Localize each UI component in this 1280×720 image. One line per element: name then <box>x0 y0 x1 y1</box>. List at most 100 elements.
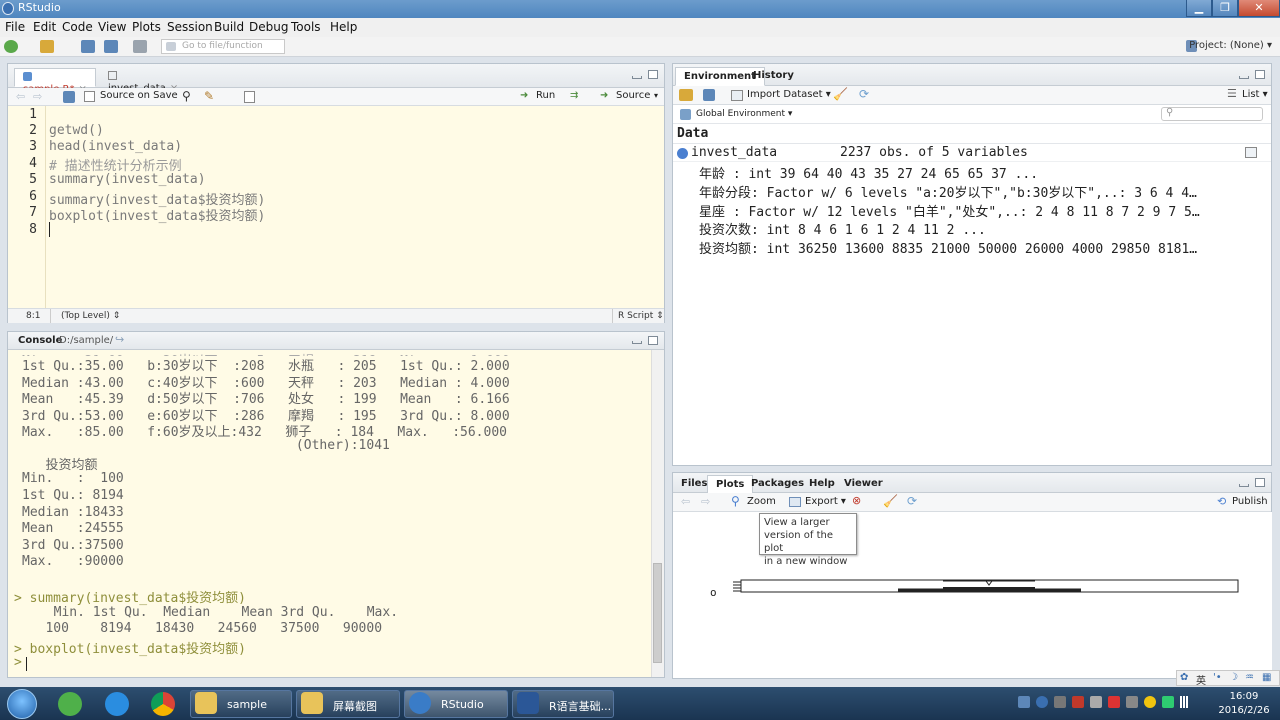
console-title[interactable]: Console <box>18 335 62 346</box>
refresh-icon[interactable]: ⟳ <box>907 494 917 508</box>
ime-shirt-icon[interactable]: ♒ <box>1245 672 1254 683</box>
print-icon[interactable] <box>133 40 147 53</box>
menu-edit[interactable]: Edit <box>33 20 56 34</box>
tray-icon[interactable] <box>1126 696 1138 708</box>
tab-sample-r[interactable]: sample.R*× <box>14 68 96 95</box>
env-object-row[interactable]: invest_data 2237 obs. of 5 variables <box>673 143 1271 162</box>
minimize-pane-icon[interactable] <box>1239 484 1249 487</box>
wand-icon[interactable]: ✎ <box>204 89 214 103</box>
run-button[interactable]: Run <box>536 90 555 101</box>
menu-file[interactable]: File <box>5 20 25 34</box>
save-workspace-icon[interactable] <box>703 89 715 101</box>
previous-plot-icon[interactable]: ⇦ <box>681 495 690 508</box>
ime-language-toggle[interactable]: 英 <box>1196 672 1206 687</box>
minimize-pane-icon[interactable] <box>632 76 642 79</box>
source-on-save-checkbox[interactable] <box>84 91 95 102</box>
open-folder-icon[interactable] <box>40 40 54 53</box>
tray-icon[interactable] <box>1054 696 1066 708</box>
zoom-button[interactable]: Zoom <box>747 496 776 507</box>
forward-arrow-icon[interactable]: ⇨ <box>33 90 42 103</box>
view-data-icon[interactable] <box>1245 147 1257 158</box>
project-menu[interactable]: Project: (None) ▾ <box>1189 40 1272 51</box>
taskbar-app-icon[interactable] <box>105 692 129 716</box>
go-to-file-input[interactable]: Go to file/function <box>161 39 285 54</box>
scope-selector[interactable]: (Top Level) ⇕ <box>61 311 120 321</box>
environment-scope-selector[interactable]: Global Environment ▾ <box>696 109 792 119</box>
tray-icon[interactable] <box>1144 696 1156 708</box>
console-scroll-thumb[interactable] <box>653 563 662 663</box>
maximize-pane-icon[interactable] <box>648 70 658 79</box>
env-variable-row: 年龄分段: Factor w/ 6 levels "a:20岁以下","b:30… <box>699 186 1197 201</box>
list-view-selector[interactable]: List ▾ <box>1242 89 1268 100</box>
ime-punctuation-icon[interactable]: '• <box>1213 672 1222 683</box>
menu-debug[interactable]: Debug <box>249 20 288 34</box>
tray-icon[interactable] <box>1072 696 1084 708</box>
tray-icon[interactable] <box>1018 696 1030 708</box>
source-button[interactable]: Source <box>616 90 650 101</box>
file-type-selector[interactable]: R Script ⇕ <box>618 311 664 321</box>
menu-code[interactable]: Code <box>62 20 93 34</box>
tab-invest-data[interactable]: invest_data× <box>100 68 182 94</box>
console-path: D:/sample/ <box>59 335 114 346</box>
maximize-pane-icon[interactable] <box>1255 478 1265 487</box>
broom-icon[interactable]: 🧹 <box>833 87 848 101</box>
divider <box>50 309 51 323</box>
maximize-button[interactable]: ❐ <box>1212 0 1238 17</box>
text-cursor <box>49 222 50 237</box>
taskbar-app-icon[interactable] <box>58 692 82 716</box>
import-dataset-button[interactable]: Import Dataset ▾ <box>747 89 831 100</box>
minimize-button[interactable]: ▁ <box>1186 0 1212 17</box>
expand-object-icon[interactable] <box>677 148 688 159</box>
back-arrow-icon[interactable]: ⇦ <box>16 90 25 103</box>
volume-icon[interactable] <box>1108 696 1120 708</box>
remove-plot-icon[interactable]: ⊗ <box>852 494 861 507</box>
menu-tools[interactable]: Tools <box>291 20 321 34</box>
tab-history[interactable]: History <box>745 67 802 86</box>
source-dropdown-icon[interactable]: ▾ <box>654 91 658 100</box>
tray-icon[interactable] <box>1090 696 1102 708</box>
ime-grid-icon[interactable]: ▦ <box>1262 672 1271 683</box>
start-button[interactable] <box>7 689 37 719</box>
minimize-pane-icon[interactable] <box>1239 76 1249 79</box>
broom-icon[interactable]: 🧹 <box>883 494 898 508</box>
menu-view[interactable]: View <box>98 20 126 34</box>
load-workspace-icon[interactable] <box>679 89 693 101</box>
tooltip-line: View a larger <box>764 517 830 528</box>
refresh-icon[interactable]: ⟳ <box>859 87 869 101</box>
console-prompt[interactable]: > <box>14 655 22 670</box>
export-button[interactable]: Export ▾ <box>805 496 846 507</box>
clock[interactable]: 16:09 2016/2/26 <box>1214 690 1274 718</box>
environment-search-input[interactable]: ⚲ <box>1161 107 1263 121</box>
compile-report-icon[interactable] <box>244 91 255 103</box>
line-number: 3 <box>29 139 37 154</box>
search-icon[interactable]: ⚲ <box>182 89 191 103</box>
save-icon[interactable] <box>81 40 95 53</box>
rerun-icon[interactable]: ⇉ <box>570 90 578 101</box>
ime-paw-icon[interactable]: ✿ <box>1180 672 1188 683</box>
close-button[interactable]: ✕ <box>1238 0 1280 17</box>
go-to-directory-icon[interactable]: ↪ <box>115 333 124 346</box>
help-icon[interactable] <box>1036 696 1048 708</box>
menu-plots[interactable]: Plots <box>132 20 161 34</box>
save-all-icon[interactable] <box>104 40 118 53</box>
menu-help[interactable]: Help <box>330 20 357 34</box>
tray-icon[interactable] <box>1162 696 1174 708</box>
tab-viewer[interactable]: Viewer <box>836 475 891 494</box>
ime-moon-icon[interactable]: ☽ <box>1229 672 1238 683</box>
network-icon[interactable] <box>1180 696 1188 708</box>
save-icon[interactable] <box>63 91 75 103</box>
maximize-pane-icon[interactable] <box>648 336 658 345</box>
maximize-pane-icon[interactable] <box>1255 70 1265 79</box>
object-name: invest_data <box>691 145 778 160</box>
publish-button[interactable]: Publish <box>1232 496 1268 507</box>
word-icon <box>517 692 539 714</box>
console-line: 1st Qu.: 8194 <box>22 488 124 503</box>
line-number: 8 <box>29 222 37 237</box>
minimize-pane-icon[interactable] <box>632 341 642 344</box>
chrome-icon[interactable] <box>151 692 175 716</box>
new-file-icon[interactable] <box>4 40 18 53</box>
next-plot-icon[interactable]: ⇨ <box>701 495 710 508</box>
menu-build[interactable]: Build <box>214 20 244 34</box>
menu-session[interactable]: Session <box>167 20 213 34</box>
code-line: head(invest_data) <box>49 139 183 154</box>
